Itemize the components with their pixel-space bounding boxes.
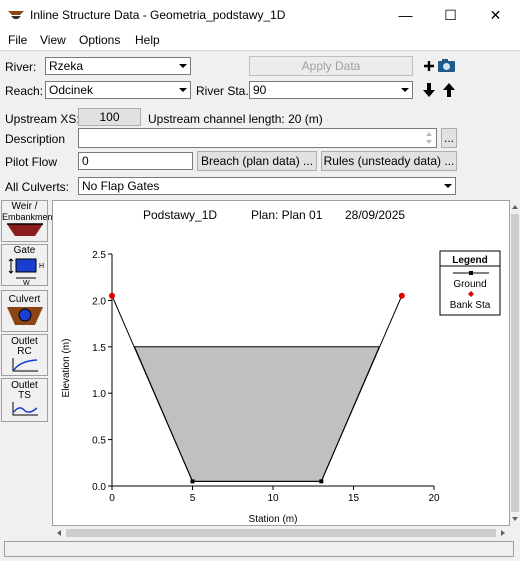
y-tick-label: 1.5	[92, 343, 106, 354]
x-tick-label: 15	[348, 493, 360, 504]
river-value: Rzeka	[49, 59, 84, 73]
pilot-flow-label: Pilot Flow	[5, 155, 58, 169]
upstream-channel-length: Upstream channel length: 20 (m)	[148, 112, 323, 126]
river-sta-select[interactable]: 90	[249, 81, 413, 99]
description-label: Description	[5, 132, 66, 146]
deck-fill	[133, 346, 381, 482]
plus-camera-icon	[424, 59, 455, 72]
weir-icon	[6, 223, 43, 236]
bank-sta-point	[398, 292, 405, 299]
arrow-down-icon	[423, 83, 435, 97]
chevron-down-icon	[439, 178, 455, 194]
menu-bar	[0, 30, 520, 50]
rating-curve-icon	[12, 358, 38, 372]
menu-separator	[0, 50, 520, 51]
horizontal-scrollbar[interactable]	[52, 526, 510, 540]
pilot-flow-field[interactable]: 0	[78, 152, 193, 170]
x-tick-label: 0	[109, 493, 115, 504]
menu-options[interactable]: Options	[79, 33, 120, 47]
scrollbar-arrows-icon	[57, 529, 505, 537]
previous-station-button[interactable]	[441, 80, 457, 100]
rules-button[interactable]: Rules (unsteady data) ...	[321, 151, 457, 171]
reach-label: Reach:	[5, 84, 44, 98]
all-culverts-label: All Culverts:	[5, 180, 70, 194]
reach-select[interactable]: Odcinek	[45, 81, 191, 99]
gate-h: H	[39, 263, 44, 270]
chevron-down-icon	[174, 58, 190, 74]
add-picture-button[interactable]	[421, 56, 457, 76]
culvert-button[interactable]: Culvert	[1, 290, 48, 332]
menu-view[interactable]: View	[40, 33, 66, 47]
close-button[interactable]: ✕	[473, 0, 518, 30]
culvert-icon	[6, 307, 43, 325]
bank-sta-point	[109, 292, 115, 299]
next-station-button[interactable]	[421, 80, 437, 100]
app-icon	[8, 11, 24, 19]
all-culverts-select[interactable]: No Flap Gates	[78, 177, 456, 195]
legend-bank-label: Bank Sta	[450, 300, 491, 311]
river-label: River:	[5, 60, 37, 74]
vertical-scrollbar[interactable]	[510, 200, 520, 526]
menu-help[interactable]: Help	[135, 33, 160, 47]
menu-file[interactable]: File	[8, 33, 27, 47]
gate-label: Gate	[13, 245, 36, 256]
y-tick-label: 0.0	[92, 482, 106, 493]
y-tick-label: 0.5	[92, 436, 106, 447]
x-axis-label: Station (m)	[249, 514, 298, 525]
description-field[interactable]	[78, 128, 437, 148]
maximize-button[interactable]: ☐	[428, 0, 473, 30]
scrollbar-arrows-icon	[511, 205, 519, 521]
cross-section-plot: Podstawy_1D Plan: Plan 01 28/09/2025 0 5 1…	[52, 200, 510, 526]
y-tick-label: 2.5	[92, 250, 106, 261]
ground-point	[319, 479, 324, 484]
weir-label-1: Weir /	[11, 201, 38, 212]
description-more-button[interactable]: ...	[441, 128, 457, 148]
spinner-icon	[426, 132, 432, 144]
ground-point	[190, 479, 195, 484]
gate-w: W	[23, 280, 30, 286]
outlet-ts-label-2: TS	[18, 390, 31, 401]
outlet-ts-button[interactable]: Outlet TS	[1, 378, 48, 422]
chevron-down-icon	[174, 82, 190, 98]
chevron-down-icon	[396, 82, 412, 98]
culvert-label: Culvert	[8, 294, 41, 305]
legend-ground-marker	[469, 271, 473, 275]
arrow-up-icon	[443, 83, 455, 97]
apply-data-button[interactable]: Apply Data	[249, 56, 413, 76]
legend-ground-label: Ground	[453, 279, 486, 290]
x-tick-label: 20	[428, 493, 440, 504]
river-sta-value: 90	[253, 83, 267, 97]
outlet-rc-button[interactable]: Outlet RC	[1, 334, 48, 376]
chart-svg: Podstawy_1D Plan: Plan 01 28/09/2025 0 5 1…	[61, 208, 501, 525]
upstream-xs-button[interactable]: 100	[78, 108, 141, 126]
weir-embankment-button[interactable]: Weir / Embankment	[1, 200, 56, 242]
x-tick-label: 5	[190, 493, 196, 504]
status-bar	[4, 541, 514, 557]
x-tick-label: 10	[267, 493, 279, 504]
weir-label-2: Embankment	[2, 212, 56, 222]
all-culverts-value: No Flap Gates	[82, 179, 160, 193]
legend-title: Legend	[452, 255, 488, 266]
description-spinner[interactable]	[422, 129, 436, 147]
y-tick-label: 2.0	[92, 296, 106, 307]
gate-button[interactable]: Gate H W	[1, 244, 48, 287]
y-axis-label: Elevation (m)	[61, 339, 72, 398]
plot-date: 28/09/2025	[345, 208, 405, 222]
plot-plan: Plan: Plan 01	[251, 208, 323, 222]
river-select[interactable]: Rzeka	[45, 57, 191, 75]
outlet-rc-label-2: RC	[17, 346, 32, 357]
gate-icon: H W	[8, 258, 44, 287]
window-title: Inline Structure Data - Geometria_podsta…	[30, 8, 286, 22]
legend: Legend Ground Bank Sta	[439, 250, 501, 316]
upstream-xs-label: Upstream XS:	[5, 112, 80, 126]
y-tick-label: 1.0	[92, 389, 106, 400]
time-series-icon	[12, 402, 38, 416]
plot-name: Podstawy_1D	[143, 208, 217, 222]
minimize-button[interactable]: —	[383, 0, 428, 30]
breach-button[interactable]: Breach (plan data) ...	[197, 151, 317, 171]
river-sta-label: River Sta.:	[196, 84, 253, 98]
reach-value: Odcinek	[49, 83, 94, 97]
